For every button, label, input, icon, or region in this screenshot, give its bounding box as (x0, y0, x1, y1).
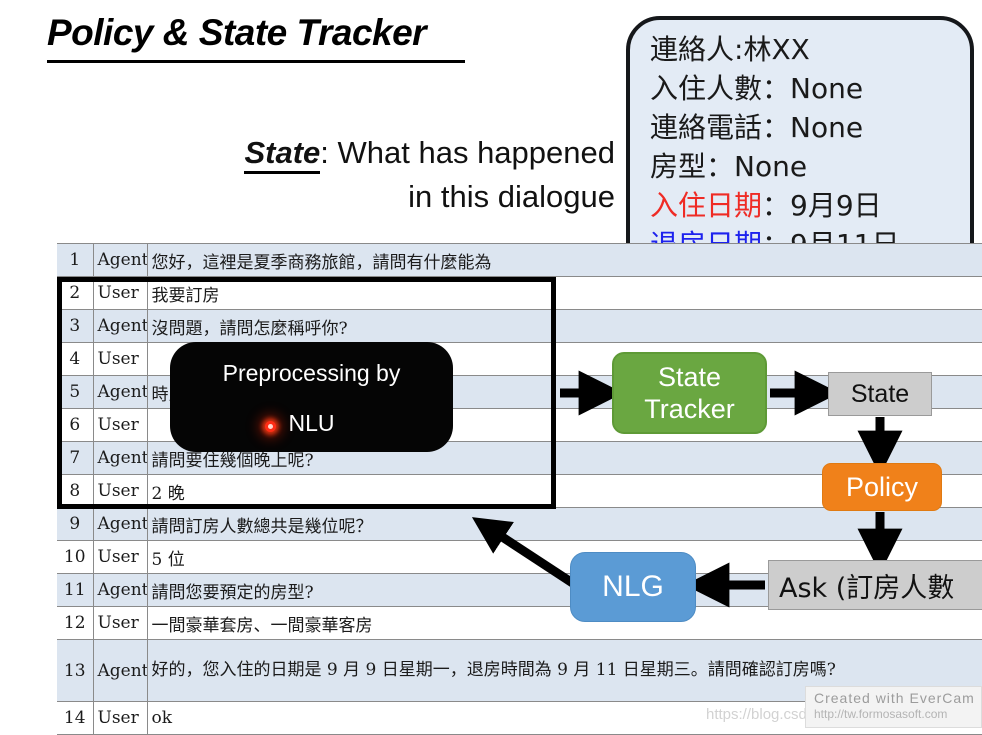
state-label-roomtype: 房型： (650, 150, 735, 183)
row-text: 我要訂房 (147, 276, 982, 310)
row-speaker: Agent (93, 375, 148, 409)
subtitle-line2: in this dialogue (408, 179, 615, 215)
state-line-guests: 入住人數：None (650, 69, 970, 108)
row-speaker: User (93, 474, 148, 508)
row-index: 8 (57, 474, 94, 508)
evercam-watermark: Created with EverCam http://tw.formosaso… (805, 686, 982, 728)
subtitle-block: State: What has happened in this dialogu… (165, 131, 615, 219)
row-speaker: User (93, 342, 148, 376)
row-index: 7 (57, 441, 94, 475)
policy-box[interactable]: Policy (822, 463, 942, 511)
page-title-underline (47, 60, 465, 63)
table-row[interactable]: 2 User 我要訂房 (57, 276, 982, 310)
state-value-guests: None (790, 72, 864, 105)
row-speaker: User (93, 540, 148, 574)
row-speaker: Agent (93, 309, 148, 343)
page-title: Policy & State Tracker (47, 12, 427, 53)
subtitle-line1-rest: : What has happened (320, 135, 615, 170)
state-box[interactable]: State (828, 372, 932, 416)
evercam-watermark-title: Created with EverCam (814, 690, 975, 706)
row-index: 13 (57, 639, 94, 702)
state-line-roomtype: 房型：None (650, 147, 970, 186)
row-index: 3 (57, 309, 94, 343)
row-speaker: User (93, 701, 148, 735)
row-index: 2 (57, 276, 94, 310)
table-row[interactable]: 12 User 一間豪華套房、一間豪華客房 (57, 606, 982, 640)
row-speaker: Agent (93, 639, 148, 702)
ask-action-box[interactable]: Ask (訂房人數 (768, 560, 982, 610)
row-speaker: Agent (93, 507, 148, 541)
state-value-roomtype: None (734, 150, 808, 183)
recording-dot-icon (265, 421, 276, 432)
nlu-overlay-callout: Preprocessing by NLU (170, 342, 453, 452)
state-value-phone: None (790, 111, 864, 144)
state-line-phone: 連絡電話：None (650, 108, 970, 147)
nlu-overlay-line2: NLU (288, 410, 335, 436)
table-row[interactable]: 1 Agent 您好，這裡是夏季商務旅館，請問有什麼能為 (57, 243, 982, 277)
row-index: 14 (57, 701, 94, 735)
state-tracker-box[interactable]: State Tracker (612, 352, 767, 434)
row-text: 沒問題，請問怎麼稱呼你? (147, 309, 982, 343)
row-index: 1 (57, 243, 94, 277)
row-index: 5 (57, 375, 94, 409)
row-index: 11 (57, 573, 94, 607)
table-row[interactable]: 9 Agent 請問訂房人數總共是幾位呢？ (57, 507, 982, 541)
row-index: 9 (57, 507, 94, 541)
row-speaker: Agent (93, 441, 148, 475)
row-speaker: Agent (93, 573, 148, 607)
row-text: 一間豪華套房、一間豪華客房 (147, 606, 982, 640)
row-text: 您好，這裡是夏季商務旅館，請問有什麼能為 (147, 243, 982, 277)
row-index: 6 (57, 408, 94, 442)
row-speaker: User (93, 408, 148, 442)
row-speaker: User (93, 606, 148, 640)
slide-canvas: Policy & State Tracker State: What has h… (0, 0, 982, 735)
state-label-checkin: 入住日期 (650, 189, 763, 222)
row-text: 請問訂房人數總共是幾位呢？ (147, 507, 982, 541)
subtitle-keyword: State (244, 135, 321, 174)
evercam-watermark-url: http://tw.formosasoft.com (814, 707, 948, 721)
row-index: 10 (57, 540, 94, 574)
state-label-phone: 連絡電話： (650, 111, 791, 144)
nlu-overlay-line1: Preprocessing by (222, 360, 401, 386)
row-speaker: User (93, 276, 148, 310)
state-line-checkin: 入住日期：9月9日 (650, 186, 970, 225)
state-label-guests: 入住人數： (650, 72, 791, 105)
table-row[interactable]: 3 Agent 沒問題，請問怎麼稱呼你? (57, 309, 982, 343)
nlg-box[interactable]: NLG (570, 552, 696, 622)
state-line-contact: 連絡人:林XX (650, 30, 970, 69)
row-index: 12 (57, 606, 94, 640)
row-index: 4 (57, 342, 94, 376)
state-value-contact: 林XX (743, 33, 810, 66)
row-speaker: Agent (93, 243, 148, 277)
state-value-checkin: ：9月9日 (762, 189, 882, 222)
state-label-contact: 連絡人: (650, 33, 744, 66)
